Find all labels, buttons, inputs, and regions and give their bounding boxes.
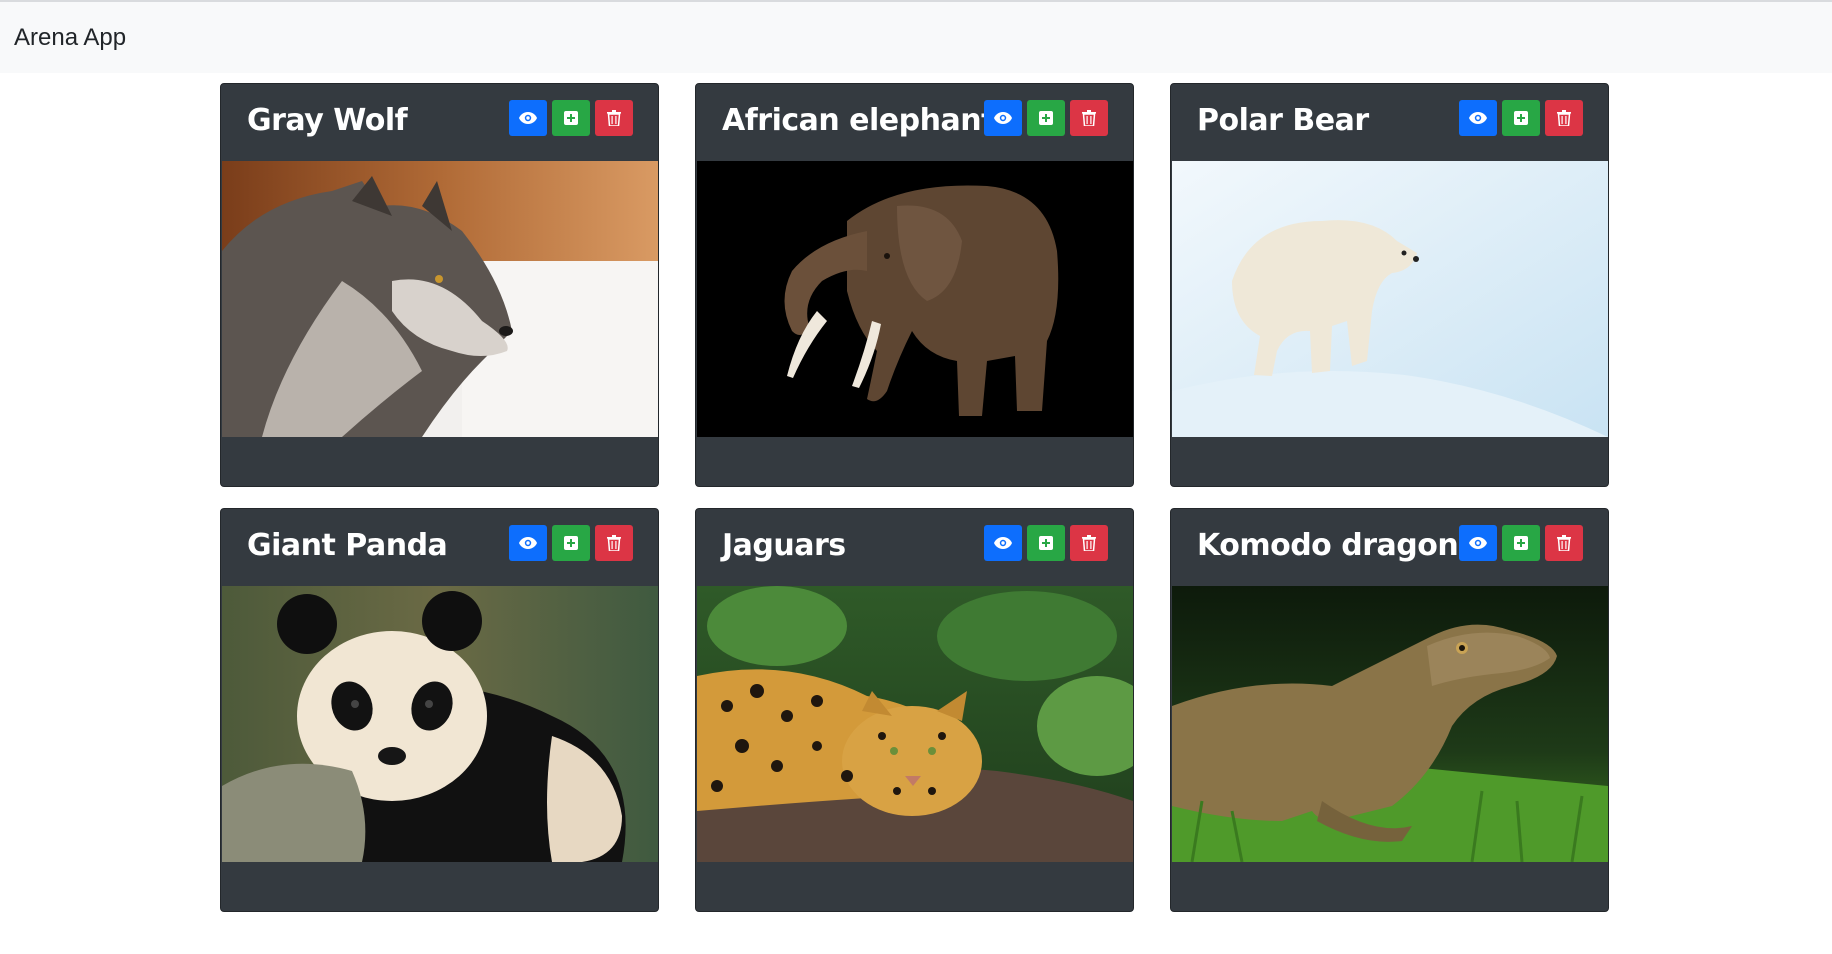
card-image-komodo — [1172, 586, 1608, 862]
eye-icon — [1469, 537, 1487, 549]
navbar-brand[interactable]: Arena App — [14, 24, 126, 52]
eye-icon — [1469, 112, 1487, 124]
trash-icon — [1557, 110, 1571, 126]
card-title: Polar Bear — [1197, 103, 1369, 138]
view-button[interactable] — [1459, 525, 1497, 561]
card-header: Polar Bear — [1171, 84, 1608, 161]
animal-card: Jaguars — [695, 508, 1134, 912]
add-button[interactable] — [552, 525, 590, 561]
add-button[interactable] — [1027, 100, 1065, 136]
delete-button[interactable] — [1545, 100, 1583, 136]
plus-square-icon — [1039, 536, 1053, 550]
plus-square-icon — [1039, 111, 1053, 125]
eye-icon — [519, 112, 537, 124]
trash-icon — [607, 110, 621, 126]
card-actions — [984, 525, 1108, 561]
navbar: Arena App — [0, 0, 1832, 73]
card-actions — [1459, 100, 1583, 136]
trash-icon — [1082, 535, 1096, 551]
add-button[interactable] — [1502, 100, 1540, 136]
eye-icon — [519, 537, 537, 549]
delete-button[interactable] — [1070, 100, 1108, 136]
card-title: African elephant — [722, 103, 995, 138]
plus-square-icon — [564, 536, 578, 550]
card-actions — [1459, 525, 1583, 561]
plus-square-icon — [1514, 111, 1528, 125]
card-image-panda — [222, 586, 658, 862]
card-header: African elephant — [696, 84, 1133, 161]
animal-card: Gray Wolf — [220, 83, 659, 487]
animal-card: Giant Panda — [220, 508, 659, 912]
card-image-elephant — [697, 161, 1133, 437]
view-button[interactable] — [1459, 100, 1497, 136]
card-header: Gray Wolf — [221, 84, 658, 161]
animal-card: Polar Bear — [1170, 83, 1609, 487]
animal-card: African elephant — [695, 83, 1134, 487]
trash-icon — [1557, 535, 1571, 551]
card-title: Jaguars — [722, 528, 846, 563]
card-header: Giant Panda — [221, 509, 658, 586]
card-header: Komodo dragons — [1171, 509, 1608, 586]
delete-button[interactable] — [595, 100, 633, 136]
trash-icon — [607, 535, 621, 551]
view-button[interactable] — [984, 525, 1022, 561]
card-image-polar-bear — [1172, 161, 1608, 437]
view-button[interactable] — [984, 100, 1022, 136]
animal-card: Komodo dragons — [1170, 508, 1609, 912]
add-button[interactable] — [1027, 525, 1065, 561]
card-actions — [509, 100, 633, 136]
card-actions — [984, 100, 1108, 136]
trash-icon — [1082, 110, 1096, 126]
card-actions — [509, 525, 633, 561]
delete-button[interactable] — [595, 525, 633, 561]
card-header: Jaguars — [696, 509, 1133, 586]
eye-icon — [994, 537, 1012, 549]
add-button[interactable] — [1502, 525, 1540, 561]
card-title: Komodo dragons — [1197, 528, 1476, 563]
plus-square-icon — [1514, 536, 1528, 550]
card-image-jaguar — [697, 586, 1133, 862]
view-button[interactable] — [509, 525, 547, 561]
card-image-wolf — [222, 161, 658, 437]
add-button[interactable] — [552, 100, 590, 136]
eye-icon — [994, 112, 1012, 124]
plus-square-icon — [564, 111, 578, 125]
card-title: Giant Panda — [247, 528, 448, 563]
card-title: Gray Wolf — [247, 103, 408, 138]
animal-card-grid: Gray Wolf African elephant Polar Bear Gi… — [220, 83, 1610, 912]
delete-button[interactable] — [1545, 525, 1583, 561]
delete-button[interactable] — [1070, 525, 1108, 561]
view-button[interactable] — [509, 100, 547, 136]
